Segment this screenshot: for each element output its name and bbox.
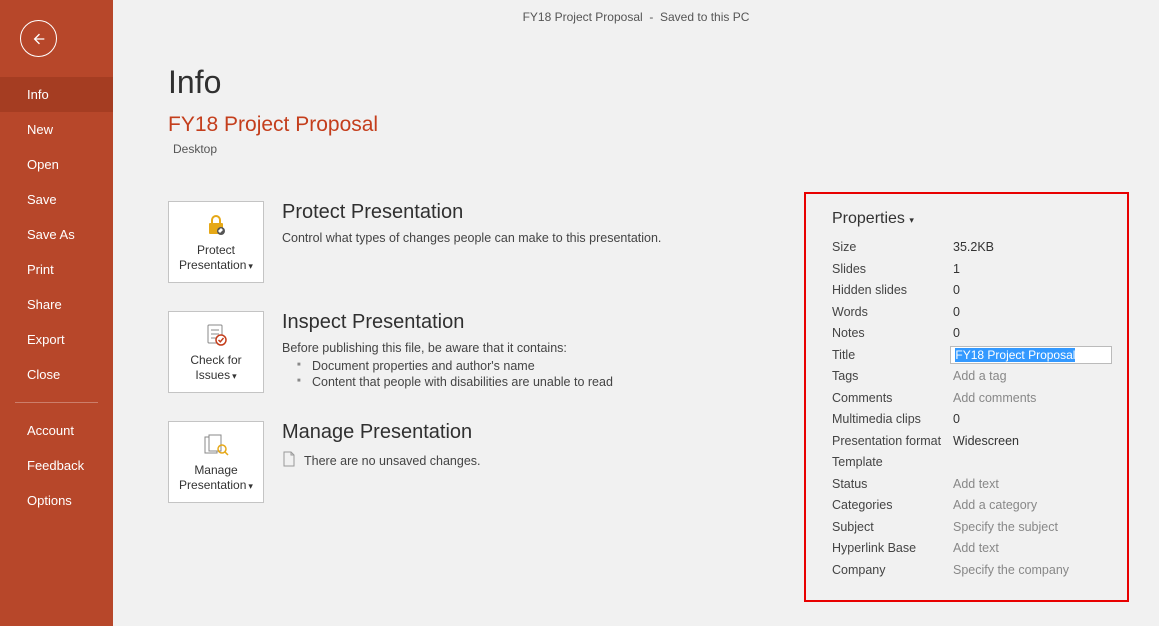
nav-item-export[interactable]: Export [0, 322, 113, 357]
properties-dropdown[interactable]: Properties ▾ [832, 210, 1112, 228]
lock-icon [204, 212, 228, 238]
nav-item-print[interactable]: Print [0, 252, 113, 287]
chevron-down-icon: ▾ [248, 481, 253, 491]
protect-desc: Control what types of changes people can… [282, 231, 661, 245]
property-label: Size [832, 240, 953, 254]
property-label: Hidden slides [832, 283, 953, 297]
doc-title: FY18 Project Proposal [168, 113, 1129, 137]
page-title: Info [168, 64, 1129, 101]
property-value[interactable]: Add text [953, 541, 999, 555]
backstage-sidebar: InfoNewOpenSaveSave AsPrintShareExportCl… [0, 0, 113, 626]
nav-item-feedback[interactable]: Feedback [0, 448, 113, 483]
property-row: TitleFY18 Project Proposal [832, 346, 1112, 364]
property-row: Size35.2KB [832, 238, 1112, 256]
property-label: Company [832, 563, 953, 577]
property-label: Words [832, 305, 953, 319]
manage-section: Manage Presentation▾ Manage Presentation… [168, 421, 768, 503]
protect-heading: Protect Presentation [282, 201, 661, 224]
property-value[interactable]: Specify the subject [953, 520, 1058, 534]
nav-item-info[interactable]: Info [0, 77, 113, 112]
property-row: Hyperlink BaseAdd text [832, 539, 1112, 557]
property-label: Template [832, 455, 953, 469]
property-row: Words0 [832, 303, 1112, 321]
property-row: TagsAdd a tag [832, 367, 1112, 385]
property-row: CategoriesAdd a category [832, 496, 1112, 514]
title-input[interactable]: FY18 Project Proposal [950, 346, 1112, 364]
property-row: Multimedia clips0 [832, 410, 1112, 428]
property-label: Presentation format [832, 434, 953, 448]
property-label: Slides [832, 262, 953, 276]
document-icon [282, 451, 296, 470]
titlebar-status: Saved to this PC [660, 10, 749, 24]
property-label: Comments [832, 391, 953, 405]
manage-presentation-tile[interactable]: Manage Presentation▾ [168, 421, 264, 503]
protect-section: Protect Presentation▾ Protect Presentati… [168, 201, 768, 283]
inspect-desc: Before publishing this file, be aware th… [282, 341, 613, 355]
nav-item-open[interactable]: Open [0, 147, 113, 182]
property-value: 0 [953, 283, 960, 297]
property-row: Template [832, 453, 1112, 471]
window-titlebar: FY18 Project Proposal - Saved to this PC [113, 10, 1159, 24]
property-value[interactable]: Add text [953, 477, 999, 491]
check-for-issues-tile[interactable]: Check for Issues▾ [168, 311, 264, 393]
property-value: 35.2KB [953, 240, 994, 254]
property-value[interactable]: Add a category [953, 498, 1037, 512]
property-label: Notes [832, 326, 953, 340]
property-label: Hyperlink Base [832, 541, 953, 555]
inspect-section: Check for Issues▾ Inspect Presentation B… [168, 311, 768, 393]
manage-desc: There are no unsaved changes. [304, 454, 481, 468]
titlebar-filename: FY18 Project Proposal [523, 10, 643, 24]
property-label: Title [832, 348, 950, 362]
property-value[interactable]: Add a tag [953, 369, 1007, 383]
property-value: Widescreen [953, 434, 1019, 448]
manage-heading: Manage Presentation [282, 421, 481, 444]
checklist-icon [204, 322, 228, 348]
property-row: CompanySpecify the company [832, 561, 1112, 579]
property-value: 0 [953, 326, 960, 340]
property-value[interactable]: Specify the company [953, 563, 1069, 577]
nav-item-new[interactable]: New [0, 112, 113, 147]
inspect-heading: Inspect Presentation [282, 311, 613, 334]
main-content: FY18 Project Proposal - Saved to this PC… [113, 0, 1159, 626]
property-label: Subject [832, 520, 953, 534]
documents-icon [203, 432, 229, 458]
nav-divider [15, 402, 98, 403]
nav-item-save-as[interactable]: Save As [0, 217, 113, 252]
back-button[interactable] [20, 20, 57, 57]
property-value: 1 [953, 262, 960, 276]
list-item: Content that people with disabilities ar… [297, 375, 613, 389]
arrow-left-icon [31, 31, 47, 47]
property-label: Multimedia clips [832, 412, 953, 426]
property-row: Notes0 [832, 324, 1112, 342]
nav-item-share[interactable]: Share [0, 287, 113, 322]
properties-panel: Properties ▾ Size35.2KBSlides1Hidden sli… [804, 192, 1129, 602]
doc-location: Desktop [173, 142, 1129, 156]
property-row: StatusAdd text [832, 475, 1112, 493]
property-row: Presentation formatWidescreen [832, 432, 1112, 450]
nav-item-close[interactable]: Close [0, 357, 113, 392]
chevron-down-icon: ▾ [232, 371, 237, 381]
property-row: Hidden slides0 [832, 281, 1112, 299]
property-value: 0 [953, 412, 960, 426]
property-label: Tags [832, 369, 953, 383]
property-label: Status [832, 477, 953, 491]
property-row: SubjectSpecify the subject [832, 518, 1112, 536]
property-value: 0 [953, 305, 960, 319]
protect-presentation-tile[interactable]: Protect Presentation▾ [168, 201, 264, 283]
property-label: Categories [832, 498, 953, 512]
property-value[interactable]: Add comments [953, 391, 1036, 405]
chevron-down-icon: ▾ [907, 215, 914, 225]
nav-item-options[interactable]: Options [0, 483, 113, 518]
nav-item-account[interactable]: Account [0, 413, 113, 448]
property-row: Slides1 [832, 260, 1112, 278]
property-row: CommentsAdd comments [832, 389, 1112, 407]
nav-item-save[interactable]: Save [0, 182, 113, 217]
chevron-down-icon: ▾ [248, 261, 253, 271]
inspect-bullets: Document properties and author's name Con… [282, 359, 613, 389]
list-item: Document properties and author's name [297, 359, 613, 373]
